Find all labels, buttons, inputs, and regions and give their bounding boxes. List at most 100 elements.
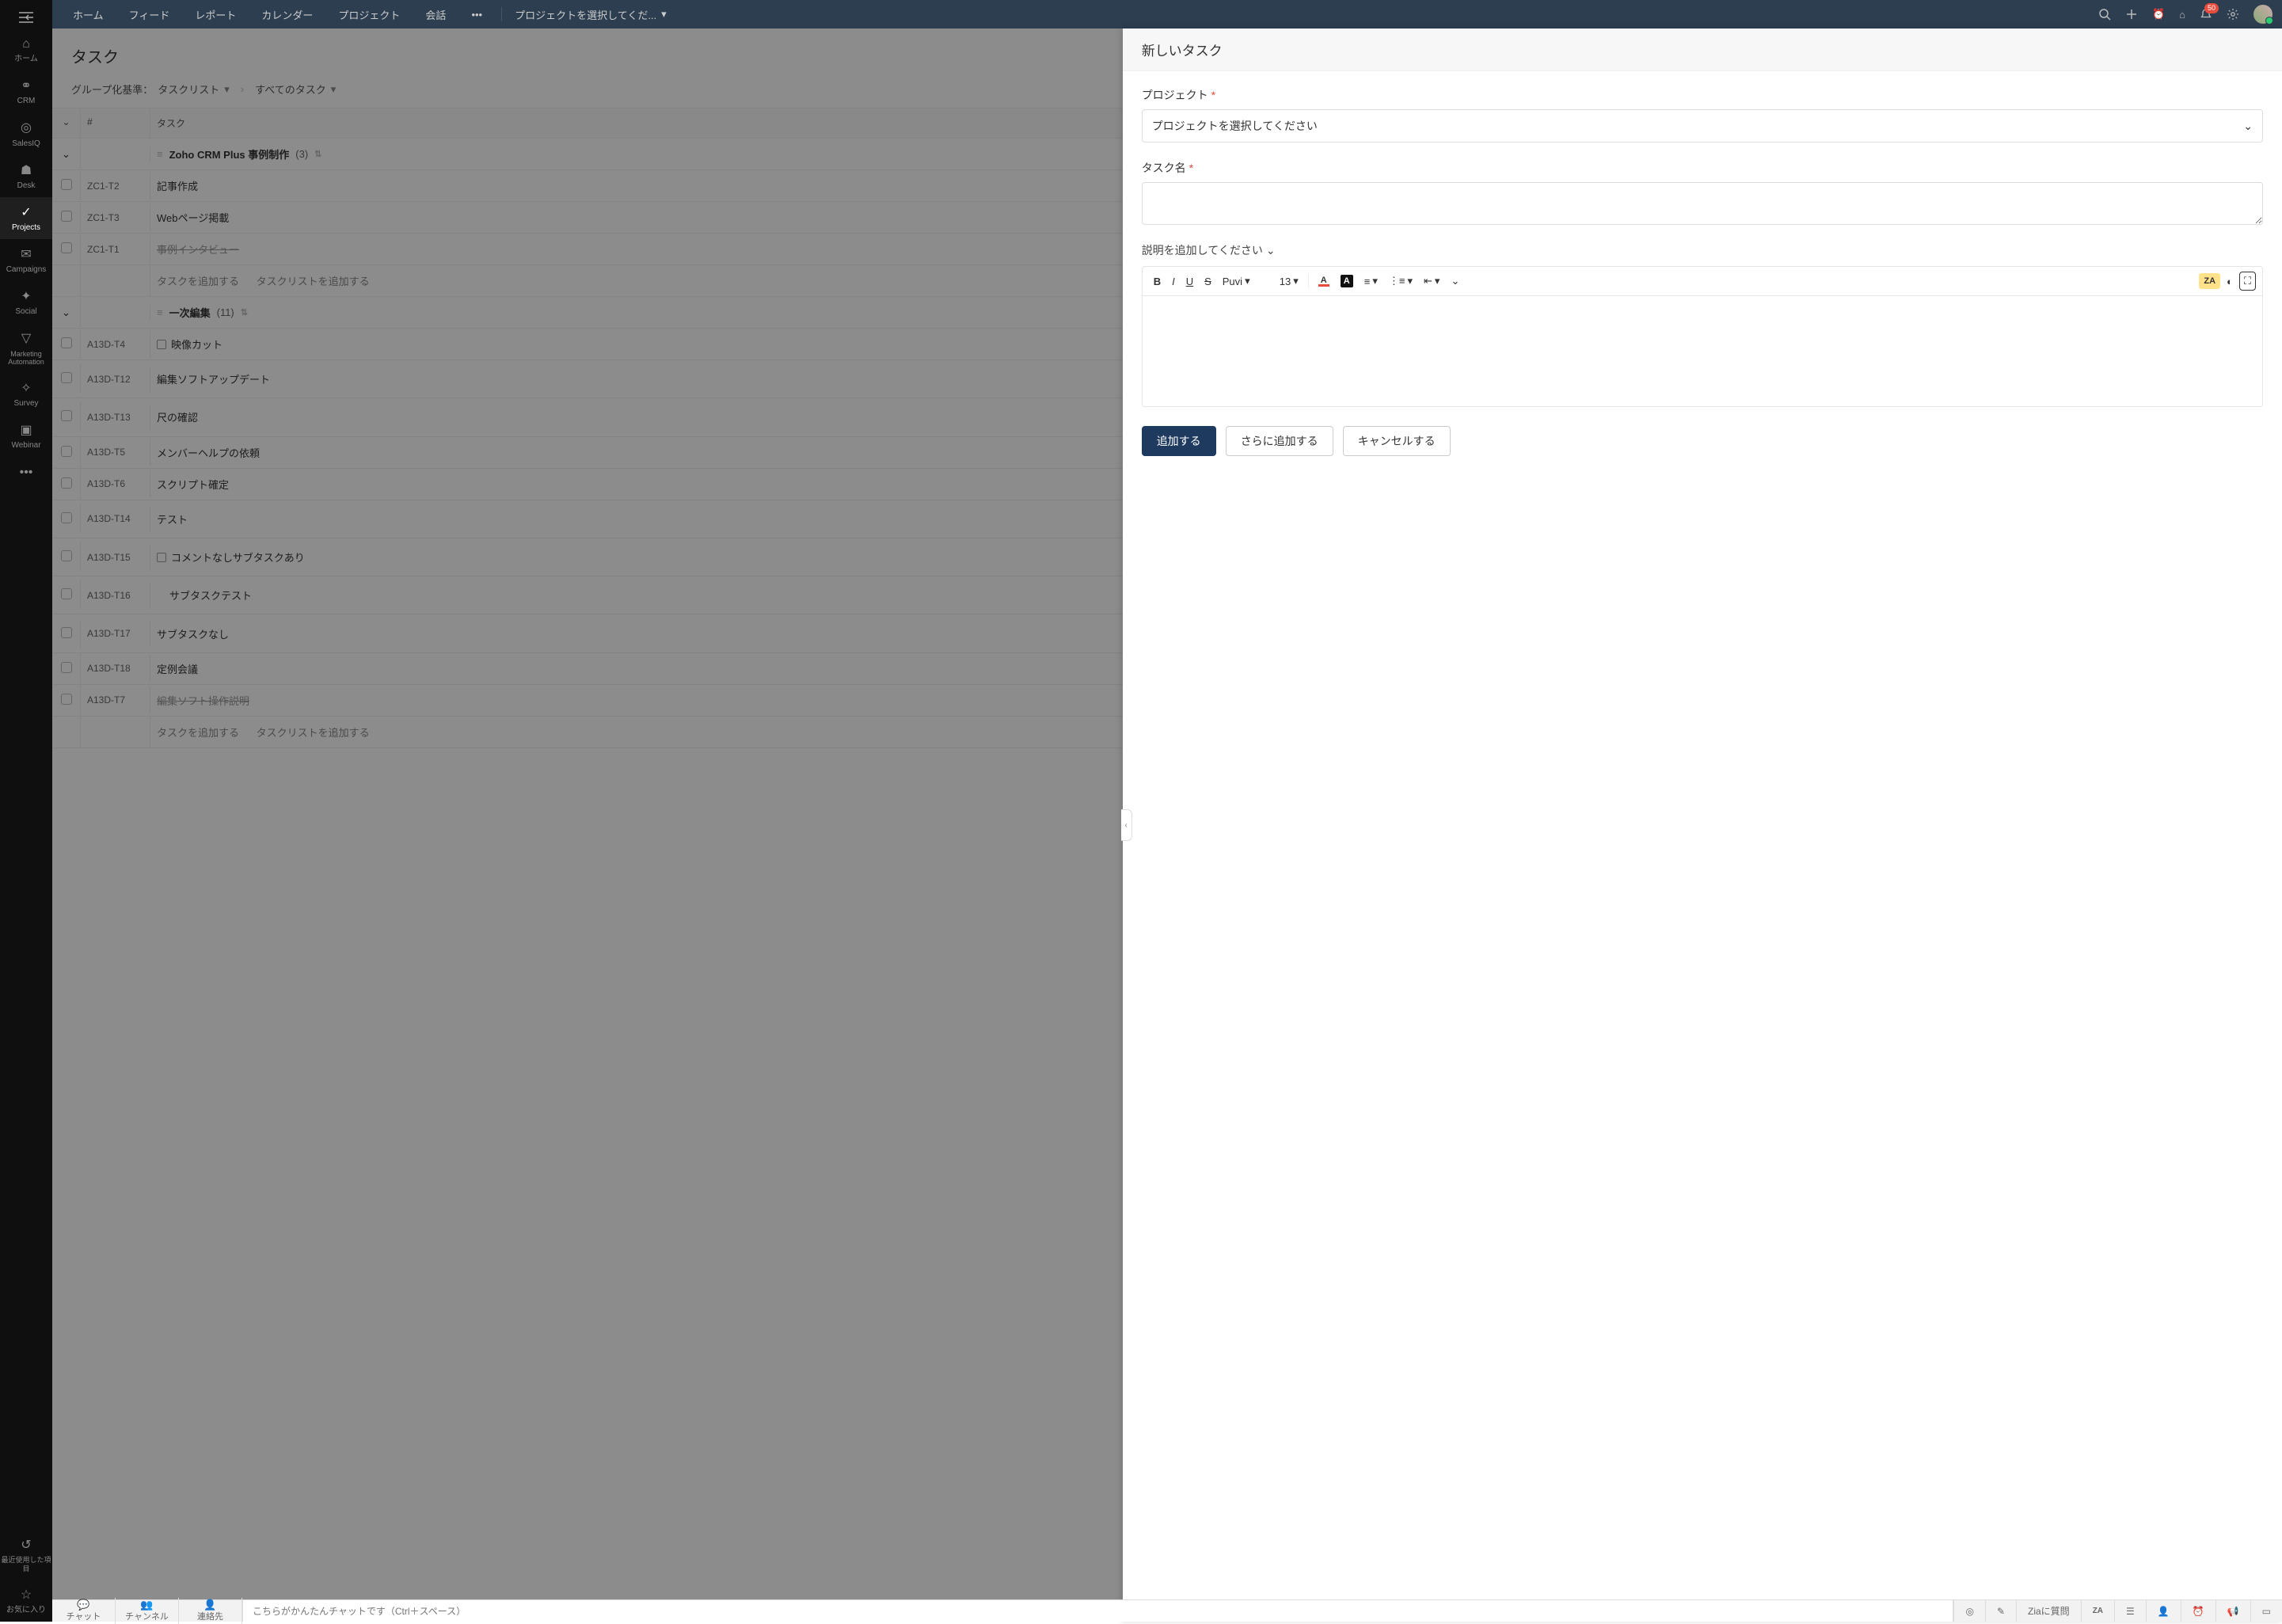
sidebar-item-desk[interactable]: ☗ Desk <box>0 155 52 197</box>
panel-title: 新しいタスク <box>1123 29 2282 71</box>
desk-icon: ☗ <box>21 163 32 178</box>
nav-report[interactable]: レポート <box>184 0 247 29</box>
bottombar: 💬 チャット 👥 チャンネル 👤 連絡先 ◎ ✎ Ziaに質問 ZA ☰ <box>52 1599 2282 1622</box>
sidebar-item-social[interactable]: ✦ Social <box>0 281 52 323</box>
bb-target-icon[interactable]: ◎ <box>1953 1600 1984 1622</box>
sidebar-item-label: Social <box>15 307 36 317</box>
nav-feed[interactable]: フィード <box>118 0 181 29</box>
project-field-label: プロジェクト * <box>1142 87 2263 103</box>
nav-home[interactable]: ホーム <box>62 0 115 29</box>
rich-text-editor: B I U S Puvi ▾ 13 ▾ A A ≡ ▾ <box>1142 266 2263 407</box>
channel-icon: 👥 <box>116 1599 178 1610</box>
sidebar-item-more[interactable]: ••• <box>0 457 52 489</box>
add-button[interactable]: 追加する <box>1142 426 1216 456</box>
bb-user-icon[interactable]: 👤 <box>2146 1600 2181 1622</box>
survey-icon: ✧ <box>21 381 31 396</box>
bg-color-button[interactable]: A <box>1336 272 1358 291</box>
nav-conversation[interactable]: 会話 <box>414 0 457 29</box>
description-toggle[interactable]: 説明を追加してください ⌄ <box>1142 242 2263 258</box>
bb-tool-icon[interactable]: ✎ <box>1985 1600 2016 1622</box>
italic-button[interactable]: I <box>1167 272 1180 291</box>
bb-zia-icon[interactable]: ZA <box>2081 1600 2114 1622</box>
sidebar-item-survey[interactable]: ✧ Survey <box>0 373 52 415</box>
theme-button[interactable]: ◐ <box>2222 272 2238 291</box>
project-select[interactable]: プロジェクトを選択してくだ... ▾ <box>510 7 671 22</box>
bb-tab-channel[interactable]: 👥 チャンネル <box>116 1598 179 1624</box>
search-icon[interactable] <box>2098 8 2111 21</box>
sidebar-item-projects[interactable]: ✓ Projects <box>0 197 52 239</box>
nav-separator <box>501 7 502 21</box>
shop-icon[interactable]: ⌂ <box>2179 9 2185 21</box>
bell-icon[interactable]: 50 <box>2200 8 2212 21</box>
nav-project[interactable]: プロジェクト <box>327 0 411 29</box>
alarm-icon[interactable]: ⏰ <box>2152 8 2165 21</box>
campaigns-icon: ✉ <box>21 247 31 262</box>
sidebar-item-campaigns[interactable]: ✉ Campaigns <box>0 239 52 281</box>
indent-button[interactable]: ⇤ ▾ <box>1419 272 1444 291</box>
bb-tab-contacts[interactable]: 👤 連絡先 <box>179 1598 242 1624</box>
topnav: ホーム フィード レポート カレンダー プロジェクト 会話 ••• プロジェクト… <box>52 0 2282 29</box>
underline-button[interactable]: U <box>1181 272 1198 291</box>
strikethrough-button[interactable]: S <box>1200 272 1216 291</box>
bb-tab-chat[interactable]: 💬 チャット <box>52 1598 116 1624</box>
chevron-down-icon: ⌄ <box>1266 244 1276 257</box>
chevron-down-icon: ▾ <box>661 8 667 21</box>
bb-alarm-icon[interactable]: ⏰ <box>2181 1600 2215 1622</box>
quick-chat-input[interactable] <box>242 1600 1953 1622</box>
font-family-select[interactable]: Puvi ▾ <box>1218 272 1273 291</box>
bb-speaker-icon[interactable]: 📢 <box>2215 1600 2250 1622</box>
bb-list-icon[interactable]: ☰ <box>2114 1600 2146 1622</box>
sidebar-item-home[interactable]: ⌂ ホーム <box>0 29 52 70</box>
crm-icon: ⚭ <box>21 78 31 93</box>
more-icon: ••• <box>20 465 33 480</box>
bb-present-icon[interactable]: ▭ <box>2250 1600 2282 1622</box>
sidebar-item-marketing-automation[interactable]: ▽ Marketing Automation <box>0 323 52 373</box>
star-icon: ☆ <box>21 1588 32 1603</box>
plus-icon[interactable] <box>2125 8 2138 21</box>
app-root: ⌂ ホーム ⚭ CRM ◎ SalesIQ ☗ Desk ✓ Projects … <box>0 0 2282 1622</box>
list-button[interactable]: ⋮≡ ▾ <box>1384 272 1417 291</box>
sidebar-item-label: CRM <box>17 97 36 106</box>
task-name-input[interactable] <box>1142 182 2263 225</box>
chevron-down-icon: ⌄ <box>2243 120 2253 133</box>
panel-collapse-handle[interactable]: ‹ <box>1121 809 1132 841</box>
bb-zia[interactable]: Ziaに質問 <box>2016 1600 2081 1622</box>
nav-more[interactable]: ••• <box>460 0 493 29</box>
rte-toolbar: B I U S Puvi ▾ 13 ▾ A A ≡ ▾ <box>1142 266 2263 296</box>
zia-button[interactable]: ZA <box>2199 273 2220 289</box>
sidebar-item-favorites[interactable]: ☆ お気に入り <box>0 1580 52 1622</box>
webinar-icon: ▣ <box>20 423 32 438</box>
gear-icon[interactable] <box>2227 8 2239 21</box>
sidebar-item-salesiq[interactable]: ◎ SalesIQ <box>0 112 52 154</box>
nav-calendar[interactable]: カレンダー <box>250 0 324 29</box>
new-task-panel: ‹ 新しいタスク プロジェクト * プロジェクトを選択してください ⌄ タスク名… <box>1123 29 2282 1622</box>
panel-actions: 追加する さらに追加する キャンセルする <box>1142 426 2263 456</box>
add-more-button[interactable]: さらに追加する <box>1226 426 1333 456</box>
align-button[interactable]: ≡ ▾ <box>1360 272 1383 291</box>
sidebar-collapse-icon[interactable] <box>0 6 52 29</box>
project-select-input[interactable]: プロジェクトを選択してください ⌄ <box>1142 109 2263 143</box>
cancel-button[interactable]: キャンセルする <box>1343 426 1451 456</box>
contact-icon: 👤 <box>179 1599 242 1610</box>
font-color-button[interactable]: A <box>1314 272 1334 290</box>
sidebar-item-label: 最近使用した項目 <box>0 1556 52 1573</box>
sidebar-item-crm[interactable]: ⚭ CRM <box>0 70 52 112</box>
chat-icon: 💬 <box>52 1599 115 1610</box>
sidebar-item-label: お気に入り <box>6 1606 46 1615</box>
chevron-down-icon: ▾ <box>1245 275 1250 287</box>
avatar[interactable] <box>2253 5 2272 24</box>
sidebar-item-label: SalesIQ <box>12 139 40 149</box>
fullscreen-button[interactable]: ⛶ <box>2239 272 2256 291</box>
left-sidebar: ⌂ ホーム ⚭ CRM ◎ SalesIQ ☗ Desk ✓ Projects … <box>0 0 52 1622</box>
chevron-down-icon: ▾ <box>1372 275 1378 287</box>
chevron-down-icon: ▾ <box>1407 275 1413 287</box>
more-button[interactable]: ⌄ <box>1446 272 1464 291</box>
sidebar-item-webinar[interactable]: ▣ Webinar <box>0 415 52 457</box>
sidebar-item-label: Desk <box>17 181 36 191</box>
sidebar-item-label: ホーム <box>14 55 38 64</box>
sidebar-item-recent[interactable]: ↺ 最近使用した項目 <box>0 1530 52 1580</box>
font-size-select[interactable]: 13 ▾ <box>1275 272 1303 291</box>
social-icon: ✦ <box>21 289 31 304</box>
bold-button[interactable]: B <box>1149 272 1166 291</box>
rte-textarea[interactable] <box>1142 296 2263 407</box>
